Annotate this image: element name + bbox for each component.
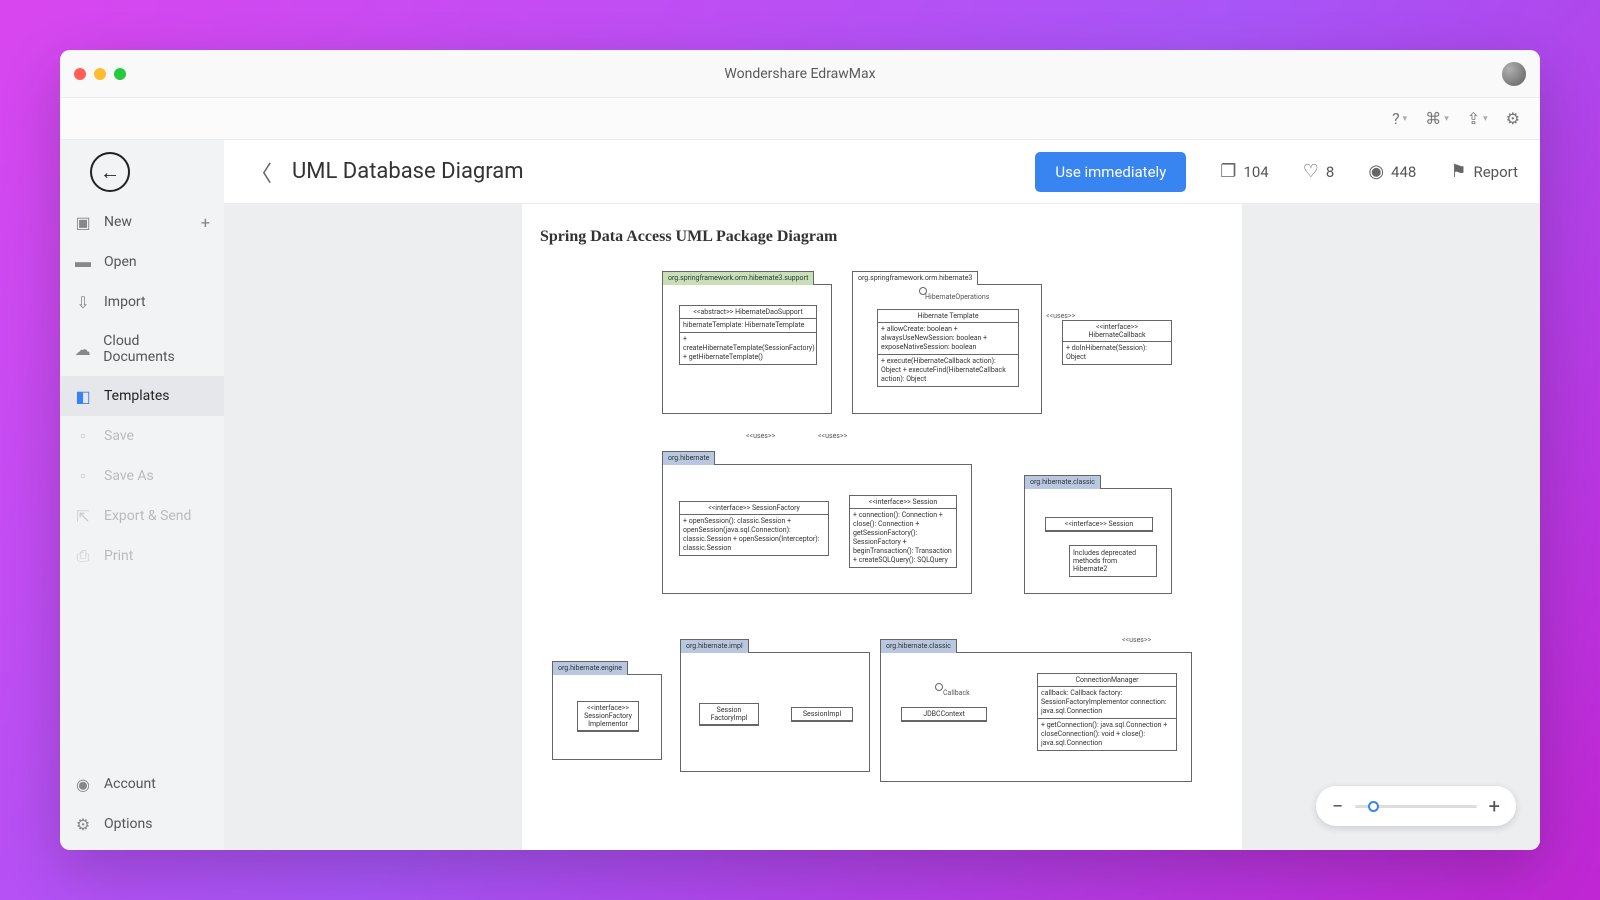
minimize-icon[interactable] (94, 68, 106, 80)
sidebar-item-account[interactable]: ◉Account (60, 764, 224, 804)
sidebar-item-save: ▫Save (60, 416, 224, 456)
uml-package: org.hibernate.classic Callback JDBCConte… (880, 652, 1192, 782)
zoom-out-button[interactable]: − (1332, 794, 1343, 818)
account-icon: ◉ (74, 775, 92, 793)
maximize-icon[interactable] (114, 68, 126, 80)
save-icon: ▫ (74, 427, 92, 445)
uml-class: <<interface>> Session + connection(): Co… (849, 495, 957, 568)
use-immediately-button[interactable]: Use immediately (1035, 152, 1186, 192)
zoom-control: − + (1316, 786, 1516, 826)
gear-icon[interactable]: ⚙ (1506, 109, 1520, 128)
titlebar: Wondershare EdrawMax (60, 50, 1540, 98)
uml-class: SessionImpl (791, 707, 853, 722)
sidebar-item-print: ⎙Print (60, 536, 224, 576)
toolbar-secondary: ?▾ ⌘▾ ⇪▾ ⚙ (60, 98, 1540, 140)
help-icon[interactable]: ?▾ (1392, 109, 1407, 128)
report-button[interactable]: ⚑Report (1450, 161, 1518, 182)
sidebar-item-new[interactable]: ▣New+ (60, 202, 224, 242)
sidebar-item-open[interactable]: ▬Open (60, 242, 224, 282)
canvas[interactable]: Spring Data Access UML Package Diagram o… (224, 204, 1540, 850)
diagram-document: Spring Data Access UML Package Diagram o… (522, 204, 1242, 850)
uml-note: Includes deprecated methods from Hiberna… (1069, 545, 1157, 577)
avatar[interactable] (1502, 62, 1526, 86)
sidebar-item-import[interactable]: ⇩Import (60, 282, 224, 322)
uml-package: org.springframework.orm.hibernate3 Hiber… (852, 284, 1042, 414)
zoom-in-button[interactable]: + (1489, 794, 1500, 818)
main: 〈 UML Database Diagram Use immediately ❐… (224, 140, 1540, 850)
apps-icon[interactable]: ⌘▾ (1425, 109, 1449, 128)
cloud-icon: ☁ (74, 340, 91, 358)
plus-icon[interactable]: + (201, 213, 210, 232)
app-window: Wondershare EdrawMax ?▾ ⌘▾ ⇪▾ ⚙ ← ▣New+ … (60, 50, 1540, 850)
uml-package: org.hibernate <<interface>> SessionFacto… (662, 464, 972, 594)
plus-square-icon: ▣ (74, 213, 92, 231)
sidebar: ← ▣New+ ▬Open ⇩Import ☁Cloud Documents ◧… (60, 140, 224, 850)
uml-class: Hibernate Template + allowCreate: boolea… (877, 309, 1019, 387)
eye-icon: ◉ (1368, 161, 1384, 182)
stat-copies: ❐104 (1220, 161, 1268, 182)
copy-icon: ❐ (1220, 161, 1236, 182)
back-button[interactable]: ← (90, 152, 130, 192)
sidebar-item-export-send: ⇱Export & Send (60, 496, 224, 536)
flag-icon: ⚑ (1450, 161, 1466, 182)
uml-class: JDBCContext (901, 707, 987, 722)
uml-class: ConnectionManager callback: Callback fac… (1037, 673, 1177, 751)
page-title: UML Database Diagram (292, 159, 524, 184)
gear-icon: ⚙ (74, 815, 92, 833)
uml-package: org.hibernate.classic <<interface>> Sess… (1024, 488, 1172, 594)
sidebar-item-templates[interactable]: ◧Templates (60, 376, 224, 416)
back-chevron-icon[interactable]: 〈 (246, 152, 276, 192)
app-title: Wondershare EdrawMax (724, 66, 875, 82)
traffic-lights (74, 68, 126, 80)
sidebar-item-save-as: ▫Save As (60, 456, 224, 496)
stat-likes[interactable]: ♡8 (1303, 161, 1335, 182)
print-icon: ⎙ (74, 547, 92, 565)
save-as-icon: ▫ (74, 467, 92, 485)
uml-package: org.hibernate.engine <<interface>> Sessi… (552, 674, 662, 760)
uml-class: Session FactoryImpl (699, 703, 759, 726)
close-icon[interactable] (74, 68, 86, 80)
folder-icon: ▬ (74, 253, 92, 271)
uml-class: <<interface>> SessionFactory + openSessi… (679, 501, 829, 556)
diagram-title: Spring Data Access UML Package Diagram (540, 228, 1224, 246)
uml-class: <<interface>> SessionFactory Implementor (577, 701, 639, 732)
uml-package: org.springframework.orm.hibernate3.suppo… (662, 284, 832, 414)
share-icon[interactable]: ⇪▾ (1467, 109, 1488, 128)
body: ← ▣New+ ▬Open ⇩Import ☁Cloud Documents ◧… (60, 140, 1540, 850)
uml-class: <<interface>> Session (1045, 517, 1153, 532)
templates-icon: ◧ (74, 387, 92, 405)
zoom-thumb[interactable] (1368, 801, 1379, 812)
uml-package: org.hibernate.impl Session FactoryImpl S… (680, 652, 870, 772)
zoom-slider[interactable] (1355, 805, 1476, 808)
stat-views: ◉448 (1368, 161, 1416, 182)
export-icon: ⇱ (74, 507, 92, 525)
sidebar-item-options[interactable]: ⚙Options (60, 804, 224, 844)
sidebar-item-cloud-documents[interactable]: ☁Cloud Documents (60, 322, 224, 376)
heart-icon: ♡ (1303, 161, 1319, 182)
uml-class: <<abstract>> HibernateDaoSupport hiberna… (679, 305, 817, 365)
import-icon: ⇩ (74, 293, 92, 311)
page-header: 〈 UML Database Diagram Use immediately ❐… (224, 140, 1540, 204)
uml-class: <<interface>> HibernateCallback + doInHi… (1062, 320, 1172, 365)
